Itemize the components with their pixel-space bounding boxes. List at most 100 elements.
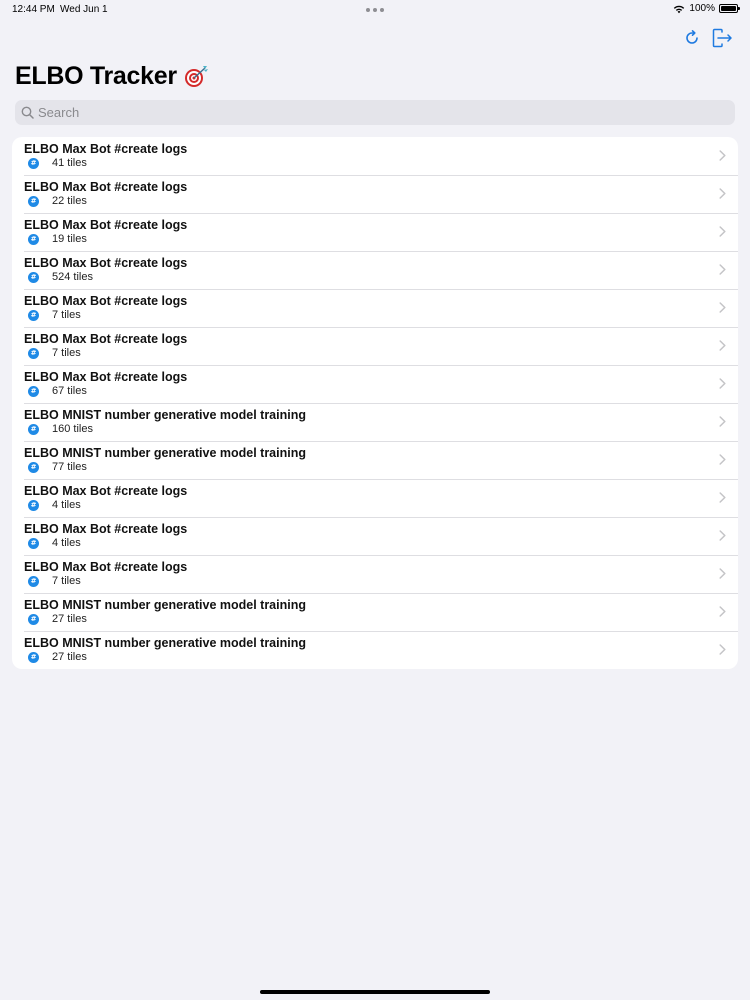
list-item[interactable]: ELBO Max Bot #create logs # 4 tiles bbox=[12, 517, 738, 555]
list-item[interactable]: ELBO Max Bot #create logs # 67 tiles bbox=[12, 365, 738, 403]
wifi-icon bbox=[674, 5, 685, 13]
tile-count: 7 tiles bbox=[52, 309, 81, 321]
chevron-right-icon bbox=[719, 568, 726, 579]
list-item[interactable]: ELBO Max Bot #create logs # 22 tiles bbox=[12, 175, 738, 213]
list-item-subtitle: # 67 tiles bbox=[28, 385, 87, 397]
list-item-subtitle: # 524 tiles bbox=[28, 271, 93, 283]
status-time: 12:44 PM bbox=[12, 4, 55, 15]
tile-count: 41 tiles bbox=[52, 157, 87, 169]
list-item-title: ELBO MNIST number generative model train… bbox=[24, 636, 306, 650]
list-item-title: ELBO MNIST number generative model train… bbox=[24, 408, 306, 422]
list-item-title: ELBO MNIST number generative model train… bbox=[24, 446, 306, 460]
list-item-title: ELBO MNIST number generative model train… bbox=[24, 598, 306, 612]
chevron-right-icon bbox=[719, 340, 726, 351]
chevron-right-icon bbox=[719, 492, 726, 503]
chevron-right-icon bbox=[719, 226, 726, 237]
list-item[interactable]: ELBO Max Bot #create logs # 41 tiles bbox=[12, 137, 738, 175]
list-item-subtitle: # 160 tiles bbox=[28, 423, 93, 435]
list-item[interactable]: ELBO Max Bot #create logs # 7 tiles bbox=[12, 289, 738, 327]
hashtag-icon: # bbox=[28, 385, 39, 397]
target-icon bbox=[184, 65, 208, 87]
tile-count: 7 tiles bbox=[52, 575, 81, 587]
list-item-title: ELBO Max Bot #create logs bbox=[24, 484, 188, 498]
tile-count: 22 tiles bbox=[52, 195, 87, 207]
list-item-subtitle: # 4 tiles bbox=[28, 499, 81, 511]
hashtag-icon: # bbox=[28, 537, 39, 549]
tile-count: 19 tiles bbox=[52, 233, 87, 245]
list-item-subtitle: # 22 tiles bbox=[28, 195, 87, 207]
hashtag-icon: # bbox=[28, 195, 39, 207]
list-item-title: ELBO Max Bot #create logs bbox=[24, 332, 188, 346]
tile-count: 4 tiles bbox=[52, 537, 81, 549]
refresh-icon bbox=[686, 30, 698, 44]
list-item[interactable]: ELBO Max Bot #create logs # 19 tiles bbox=[12, 213, 738, 251]
list-item-title: ELBO Max Bot #create logs bbox=[24, 256, 188, 270]
chevron-right-icon bbox=[719, 530, 726, 541]
search-icon bbox=[21, 106, 34, 119]
hashtag-icon: # bbox=[28, 347, 39, 359]
hashtag-icon: # bbox=[28, 309, 39, 321]
home-indicator[interactable] bbox=[260, 990, 490, 994]
list-item[interactable]: ELBO Max Bot #create logs # 7 tiles bbox=[12, 555, 738, 593]
list-item-subtitle: # 41 tiles bbox=[28, 157, 87, 169]
multitasking-dots-icon[interactable] bbox=[366, 8, 384, 12]
chevron-right-icon bbox=[719, 264, 726, 275]
list-item-subtitle: # 19 tiles bbox=[28, 233, 87, 245]
tile-count: 524 tiles bbox=[52, 271, 93, 283]
tile-count: 67 tiles bbox=[52, 385, 87, 397]
list-item[interactable]: ELBO MNIST number generative model train… bbox=[12, 631, 738, 669]
hashtag-icon: # bbox=[28, 157, 39, 169]
list-item-title: ELBO Max Bot #create logs bbox=[24, 218, 188, 232]
list-item-subtitle: # 77 tiles bbox=[28, 461, 87, 473]
list-item[interactable]: ELBO MNIST number generative model train… bbox=[12, 593, 738, 631]
chevron-right-icon bbox=[719, 644, 726, 655]
tile-count: 27 tiles bbox=[52, 651, 87, 663]
list-item-subtitle: # 4 tiles bbox=[28, 537, 81, 549]
list-item-title: ELBO Max Bot #create logs bbox=[24, 294, 188, 308]
page-title-text: ELBO Tracker bbox=[15, 62, 177, 90]
chevron-right-icon bbox=[719, 188, 726, 199]
hashtag-icon: # bbox=[28, 423, 39, 435]
list-item-subtitle: # 7 tiles bbox=[28, 309, 81, 321]
list-item[interactable]: ELBO MNIST number generative model train… bbox=[12, 403, 738, 441]
hashtag-icon: # bbox=[28, 461, 39, 473]
logout-button[interactable] bbox=[711, 26, 735, 50]
tile-count: 27 tiles bbox=[52, 613, 87, 625]
status-bar: 12:44 PM Wed Jun 1 100% bbox=[0, 0, 750, 18]
list-item[interactable]: ELBO Max Bot #create logs # 7 tiles bbox=[12, 327, 738, 365]
list-item[interactable]: ELBO Max Bot #create logs # 4 tiles bbox=[12, 479, 738, 517]
list-item-subtitle: # 27 tiles bbox=[28, 613, 87, 625]
list-item[interactable]: ELBO MNIST number generative model train… bbox=[12, 441, 738, 479]
tile-count: 7 tiles bbox=[52, 347, 81, 359]
chevron-right-icon bbox=[719, 416, 726, 427]
hashtag-icon: # bbox=[28, 271, 39, 283]
list-item-title: ELBO Max Bot #create logs bbox=[24, 142, 188, 156]
status-date: Wed Jun 1 bbox=[60, 4, 108, 15]
battery-percentage: 100% bbox=[689, 3, 715, 14]
list-item-title: ELBO Max Bot #create logs bbox=[24, 522, 188, 536]
search-bar[interactable] bbox=[15, 100, 735, 125]
list-item-title: ELBO Max Bot #create logs bbox=[24, 560, 188, 574]
tile-count: 160 tiles bbox=[52, 423, 93, 435]
list-item-subtitle: # 7 tiles bbox=[28, 575, 81, 587]
status-indicators: 100% bbox=[673, 3, 740, 14]
battery-icon bbox=[719, 4, 740, 13]
hashtag-icon: # bbox=[28, 499, 39, 511]
hashtag-icon: # bbox=[28, 651, 39, 663]
page-title: ELBO Tracker bbox=[15, 62, 209, 91]
tile-count: 4 tiles bbox=[52, 499, 81, 511]
chevron-right-icon bbox=[719, 378, 726, 389]
logout-icon bbox=[712, 28, 732, 48]
list-item[interactable]: ELBO Max Bot #create logs # 524 tiles bbox=[12, 251, 738, 289]
refresh-button[interactable] bbox=[680, 26, 704, 50]
list-item-subtitle: # 7 tiles bbox=[28, 347, 81, 359]
list-item-subtitle: # 27 tiles bbox=[28, 651, 87, 663]
chevron-right-icon bbox=[719, 302, 726, 313]
list-item-title: ELBO Max Bot #create logs bbox=[24, 180, 188, 194]
search-input[interactable] bbox=[38, 105, 718, 120]
hashtag-icon: # bbox=[28, 613, 39, 625]
chevron-right-icon bbox=[719, 150, 726, 161]
hashtag-icon: # bbox=[28, 233, 39, 245]
list-item-title: ELBO Max Bot #create logs bbox=[24, 370, 188, 384]
tile-count: 77 tiles bbox=[52, 461, 87, 473]
